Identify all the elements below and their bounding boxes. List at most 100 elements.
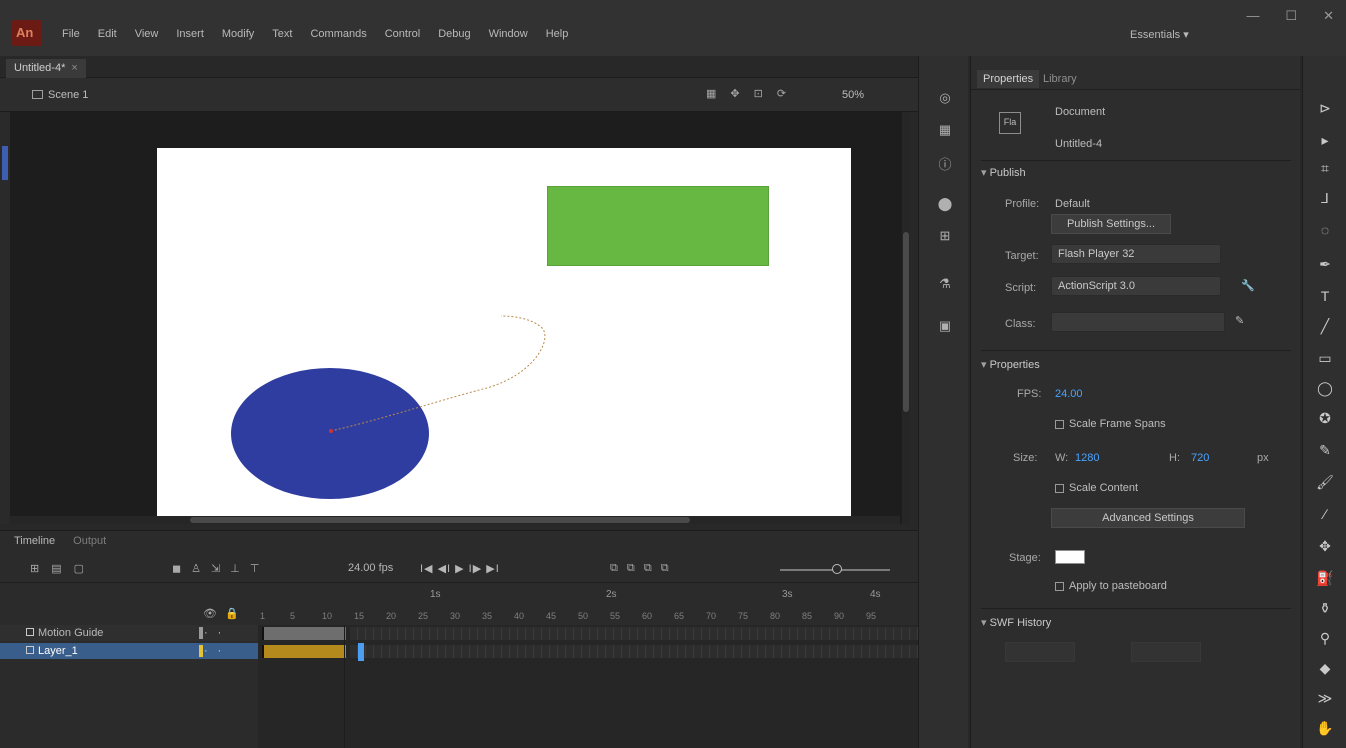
- pen-tool-icon[interactable]: ✒: [1315, 256, 1335, 274]
- swatches-panel-icon[interactable]: ▦: [937, 122, 953, 137]
- lock-dot-icon[interactable]: ·: [218, 645, 222, 657]
- onion-skin-icons[interactable]: ⧉ ⧉ ⧉ ⧉: [610, 562, 672, 575]
- profile-value[interactable]: Default: [1055, 198, 1090, 210]
- stage-hscroll-thumb[interactable]: [190, 517, 690, 523]
- menu-edit[interactable]: Edit: [98, 28, 117, 40]
- playhead[interactable]: [358, 643, 364, 661]
- publish-settings-button[interactable]: Publish Settings...: [1051, 214, 1171, 234]
- stage-horizontal-scrollbar[interactable]: [10, 516, 900, 524]
- color-panel-icon[interactable]: ◎: [937, 90, 953, 105]
- polystar-tool-icon[interactable]: ✪: [1315, 410, 1335, 428]
- transform-panel-icon[interactable]: ⬤: [937, 196, 953, 211]
- frame-cells-guide[interactable]: [350, 627, 918, 640]
- components-panel-icon[interactable]: ▣: [937, 318, 953, 333]
- frames-area[interactable]: [258, 625, 918, 748]
- layer-name[interactable]: Motion Guide: [38, 627, 103, 639]
- pencil-tool-icon[interactable]: ✎: [1315, 442, 1335, 460]
- menu-debug[interactable]: Debug: [438, 28, 470, 40]
- lock-dot-icon[interactable]: ·: [218, 627, 222, 639]
- show-all-icon[interactable]: 👁: [203, 607, 217, 620]
- lock-all-icon[interactable]: 🔒: [225, 607, 239, 620]
- width-value[interactable]: 1280: [1075, 452, 1099, 464]
- advanced-settings-button[interactable]: Advanced Settings: [1051, 508, 1245, 528]
- 3d-rotation-tool-icon[interactable]: ⅃: [1315, 190, 1335, 208]
- guide-tween-span[interactable]: [262, 627, 346, 640]
- camera-icon[interactable]: ◼: [172, 562, 181, 575]
- height-value[interactable]: 720: [1191, 452, 1209, 464]
- tab-properties[interactable]: Properties: [977, 70, 1040, 88]
- hand-tool-icon[interactable]: ✋: [1315, 720, 1335, 738]
- swf-history-clear-button[interactable]: [1131, 642, 1201, 662]
- close-tab-icon[interactable]: ×: [71, 62, 77, 74]
- menu-text[interactable]: Text: [272, 28, 292, 40]
- width-tool-icon[interactable]: ≫: [1315, 690, 1335, 708]
- eyedropper-tool-icon[interactable]: ⚲: [1315, 630, 1335, 648]
- stage[interactable]: [157, 148, 851, 516]
- stage-color-swatch[interactable]: [1055, 550, 1085, 564]
- apply-pasteboard-checkbox[interactable]: [1055, 582, 1064, 591]
- frame-cells-layer[interactable]: [350, 645, 918, 658]
- tab-library[interactable]: Library: [1043, 73, 1077, 85]
- visibility-dot-icon[interactable]: ·: [204, 645, 208, 657]
- edit-class-icon[interactable]: ✎: [1235, 314, 1244, 327]
- tab-timeline[interactable]: Timeline: [14, 535, 55, 547]
- section-properties[interactable]: Properties: [981, 358, 1040, 371]
- center-stage-icon[interactable]: ✥: [730, 87, 739, 100]
- stage-vertical-scrollbar[interactable]: [902, 112, 910, 524]
- paint-brush-tool-icon[interactable]: ∕: [1315, 506, 1335, 524]
- menu-commands[interactable]: Commands: [310, 28, 366, 40]
- workspace-switcher[interactable]: Essentials ▾: [1130, 28, 1189, 41]
- maximize-button[interactable]: ☐: [1285, 8, 1297, 24]
- layer-row-layer-1[interactable]: Layer_1 · ·: [0, 643, 258, 659]
- text-tool-icon[interactable]: T: [1315, 288, 1335, 306]
- edit-symbols-icon[interactable]: ▦: [706, 87, 716, 100]
- clip-content-icon[interactable]: ⊡: [754, 87, 763, 100]
- scene-label[interactable]: Scene 1: [48, 89, 88, 101]
- pasteboard[interactable]: [10, 112, 908, 524]
- align-panel-icon[interactable]: ⊞: [937, 228, 953, 243]
- playback-controls[interactable]: I◀ ◀I ▶ I▶ ▶I: [420, 562, 500, 575]
- document-tab[interactable]: Untitled-4* ×: [6, 59, 86, 78]
- insert-keyframe-icon[interactable]: ⊥: [230, 562, 240, 575]
- section-swf-history[interactable]: SWF History: [981, 616, 1052, 629]
- visibility-dot-icon[interactable]: ·: [204, 627, 208, 639]
- menu-window[interactable]: Window: [489, 28, 528, 40]
- delete-layer-icon[interactable]: ▢: [74, 562, 84, 575]
- bone-tool-icon[interactable]: ✥: [1315, 538, 1335, 556]
- ink-bottle-tool-icon[interactable]: ⚱: [1315, 600, 1335, 618]
- menu-file[interactable]: File: [62, 28, 80, 40]
- stage-vscroll-thumb[interactable]: [903, 232, 909, 412]
- add-frame-icon[interactable]: ⊤: [250, 562, 260, 575]
- code-snippets-icon[interactable]: ⚗: [937, 276, 953, 291]
- paint-bucket-tool-icon[interactable]: ⛽: [1315, 570, 1335, 588]
- free-transform-tool-icon[interactable]: ⌗: [1315, 160, 1335, 178]
- class-field[interactable]: [1051, 312, 1225, 332]
- menu-view[interactable]: View: [135, 28, 159, 40]
- line-tool-icon[interactable]: ╱: [1315, 318, 1335, 336]
- layer-row-motion-guide[interactable]: Motion Guide · ·: [0, 625, 258, 641]
- new-layer-icon[interactable]: ⊞: [30, 562, 39, 575]
- timeline-fps[interactable]: 24.00 fps: [348, 562, 393, 574]
- menu-insert[interactable]: Insert: [176, 28, 204, 40]
- minimize-button[interactable]: —: [1246, 8, 1259, 24]
- info-panel-icon[interactable]: ⓘ: [937, 154, 953, 172]
- script-select[interactable]: ActionScript 3.0: [1051, 276, 1221, 296]
- motion-tween-span[interactable]: [262, 645, 346, 658]
- edit-script-settings-icon[interactable]: 🔧: [1241, 279, 1255, 292]
- subselection-tool-icon[interactable]: ▸: [1315, 132, 1335, 150]
- parenting-icon[interactable]: ♙: [191, 562, 201, 575]
- scale-spans-checkbox[interactable]: [1055, 420, 1064, 429]
- rotate-stage-icon[interactable]: ⟳: [777, 87, 786, 100]
- lasso-tool-icon[interactable]: ◌: [1315, 222, 1335, 240]
- menu-modify[interactable]: Modify: [222, 28, 254, 40]
- menu-control[interactable]: Control: [385, 28, 420, 40]
- target-select[interactable]: Flash Player 32: [1051, 244, 1221, 264]
- new-folder-icon[interactable]: ▤: [51, 562, 61, 575]
- oval-tool-icon[interactable]: ◯: [1315, 380, 1335, 398]
- fps-value[interactable]: 24.00: [1055, 388, 1083, 400]
- selection-tool-icon[interactable]: ⊳: [1315, 100, 1335, 118]
- show-layers-icon[interactable]: ⇲: [211, 562, 220, 575]
- scale-content-checkbox[interactable]: [1055, 484, 1064, 493]
- section-publish[interactable]: Publish: [981, 166, 1026, 179]
- menu-help[interactable]: Help: [546, 28, 569, 40]
